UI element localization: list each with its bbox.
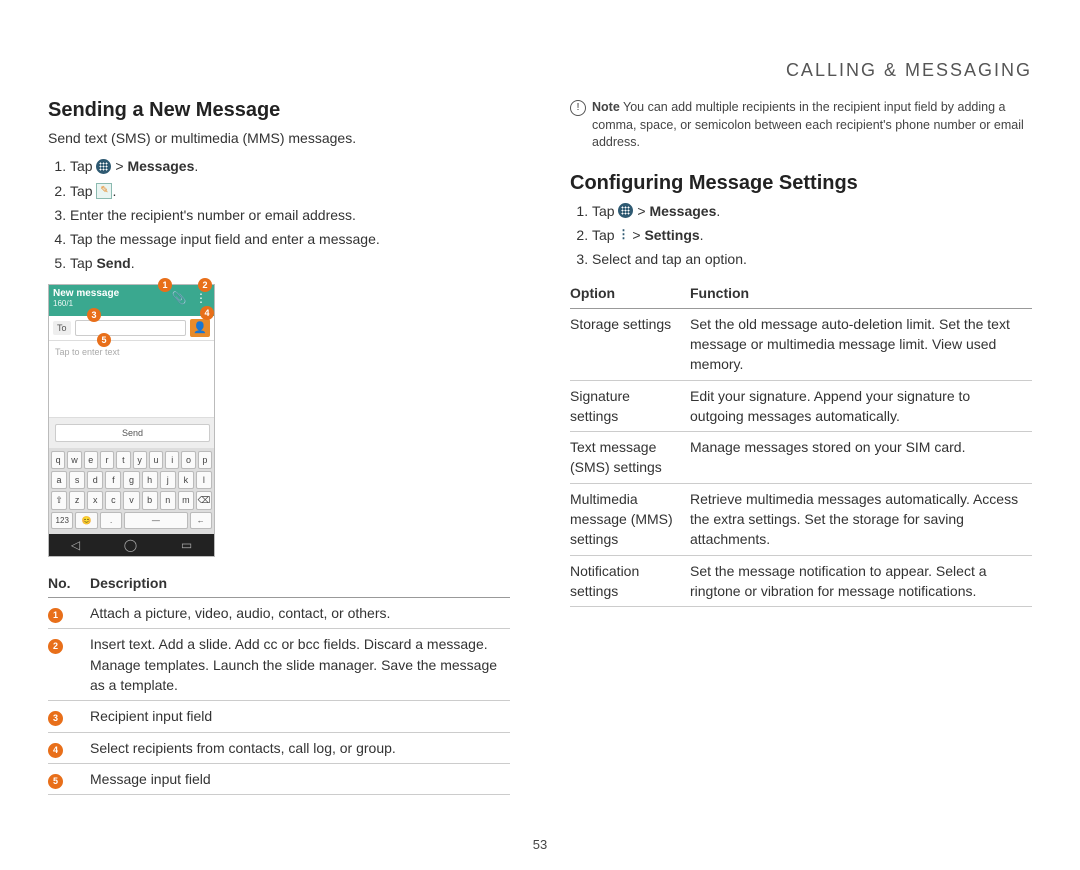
table-row: 1Attach a picture, video, audio, contact… (48, 598, 510, 629)
home-icon: ◯ (124, 538, 137, 552)
apps-icon (96, 159, 111, 174)
phone-to-row: 3 4 To 👤 (49, 316, 214, 341)
kbd-row-3: ⇧zxcvbnm⌫ (51, 491, 212, 510)
apps-icon (618, 203, 633, 218)
bullet-5-icon: 5 (48, 774, 63, 789)
settings-table: Option Function Storage settingsSet the … (570, 279, 1032, 607)
table-row: Notification settingsSet the message not… (570, 555, 1032, 607)
callout-5: 5 (97, 333, 111, 347)
step-3: Select and tap an option. (592, 249, 1032, 269)
step-2: Tap ✎. (70, 181, 510, 201)
table-row: 3Recipient input field (48, 701, 510, 732)
to-input (75, 320, 186, 336)
table-header-row: Option Function (570, 279, 1032, 308)
overflow-menu-icon: ⋮ (618, 228, 628, 242)
table-row: Multimedia message (MMS) settingsRetriev… (570, 483, 1032, 555)
col-description: Description (90, 569, 510, 598)
table-row: 4Select recipients from contacts, call l… (48, 732, 510, 763)
recent-icon: ▭ (181, 538, 192, 552)
heading-configuring: Configuring Message Settings (570, 172, 1032, 195)
step-3: Enter the recipient's number or email ad… (70, 205, 510, 225)
steps-list-settings: Tap > Messages. Tap ⋮ > Settings. Select… (570, 201, 1032, 270)
table-row: 5Message input field (48, 763, 510, 794)
table-row: Storage settingsSet the old message auto… (570, 308, 1032, 380)
phone-send-button: Send (55, 424, 210, 442)
step-5: Tap Send. (70, 253, 510, 273)
bullet-4-icon: 4 (48, 743, 63, 758)
note-block: ! Note You can add multiple recipients i… (570, 99, 1032, 152)
table-row: 2Insert text. Add a slide. Add cc or bcc… (48, 629, 510, 701)
page-number: 53 (0, 837, 1080, 852)
attach-icon: 📎 (170, 289, 188, 307)
callout-4: 4 (200, 306, 214, 320)
phone-message-body: 5 Tap to enter text (49, 341, 214, 418)
section-header: CALLING & MESSAGING (48, 60, 1032, 81)
table-header-row: No. Description (48, 569, 510, 598)
step-1: Tap > Messages. (70, 156, 510, 176)
compose-icon: ✎ (96, 183, 112, 199)
bullet-1-icon: 1 (48, 608, 63, 623)
message-placeholder: Tap to enter text (55, 347, 120, 357)
steps-list-sending: Tap > Messages. Tap ✎. Enter the recipie… (48, 156, 510, 273)
bullet-2-icon: 2 (48, 639, 63, 654)
phone-nav-bar: ◁ ◯ ▭ (49, 534, 214, 556)
to-label: To (53, 321, 71, 335)
col-no: No. (48, 569, 90, 598)
step-4: Tap the message input field and enter a … (70, 229, 510, 249)
table-row: Text message (SMS) settingsManage messag… (570, 432, 1032, 484)
kbd-row-1: qwertyuiop (51, 451, 212, 469)
note-text: Note You can add multiple recipients in … (592, 99, 1032, 152)
phone-screenshot: 1 2 New message 160/1 📎 ⋮ 3 4 To 👤 5 Tap (48, 284, 215, 557)
description-table: No. Description 1Attach a picture, video… (48, 569, 510, 795)
intro-text: Send text (SMS) or multimedia (MMS) mess… (48, 128, 510, 148)
kbd-row-4: 123😊.—← (51, 512, 212, 529)
kbd-row-2: asdfghjkl (51, 471, 212, 489)
step-1: Tap > Messages. (592, 201, 1032, 221)
callout-3: 3 (87, 308, 101, 322)
right-column: ! Note You can add multiple recipients i… (570, 99, 1032, 795)
heading-sending: Sending a New Message (48, 99, 510, 122)
col-function: Function (690, 279, 1032, 308)
left-column: Sending a New Message Send text (SMS) or… (48, 99, 510, 795)
contacts-button-icon: 👤 (190, 319, 210, 337)
info-icon: ! (570, 100, 586, 116)
callout-1: 1 (158, 278, 172, 292)
table-row: Signature settingsEdit your signature. A… (570, 380, 1032, 432)
step-2: Tap ⋮ > Settings. (592, 225, 1032, 245)
col-option: Option (570, 279, 690, 308)
bullet-3-icon: 3 (48, 711, 63, 726)
phone-header: 1 2 New message 160/1 📎 ⋮ (49, 285, 214, 316)
callout-2: 2 (198, 278, 212, 292)
phone-keyboard: qwertyuiop asdfghjkl ⇧zxcvbnm⌫ 123😊.—← (49, 448, 214, 534)
phone-send-row: Send (49, 418, 214, 448)
back-icon: ◁ (71, 538, 80, 552)
